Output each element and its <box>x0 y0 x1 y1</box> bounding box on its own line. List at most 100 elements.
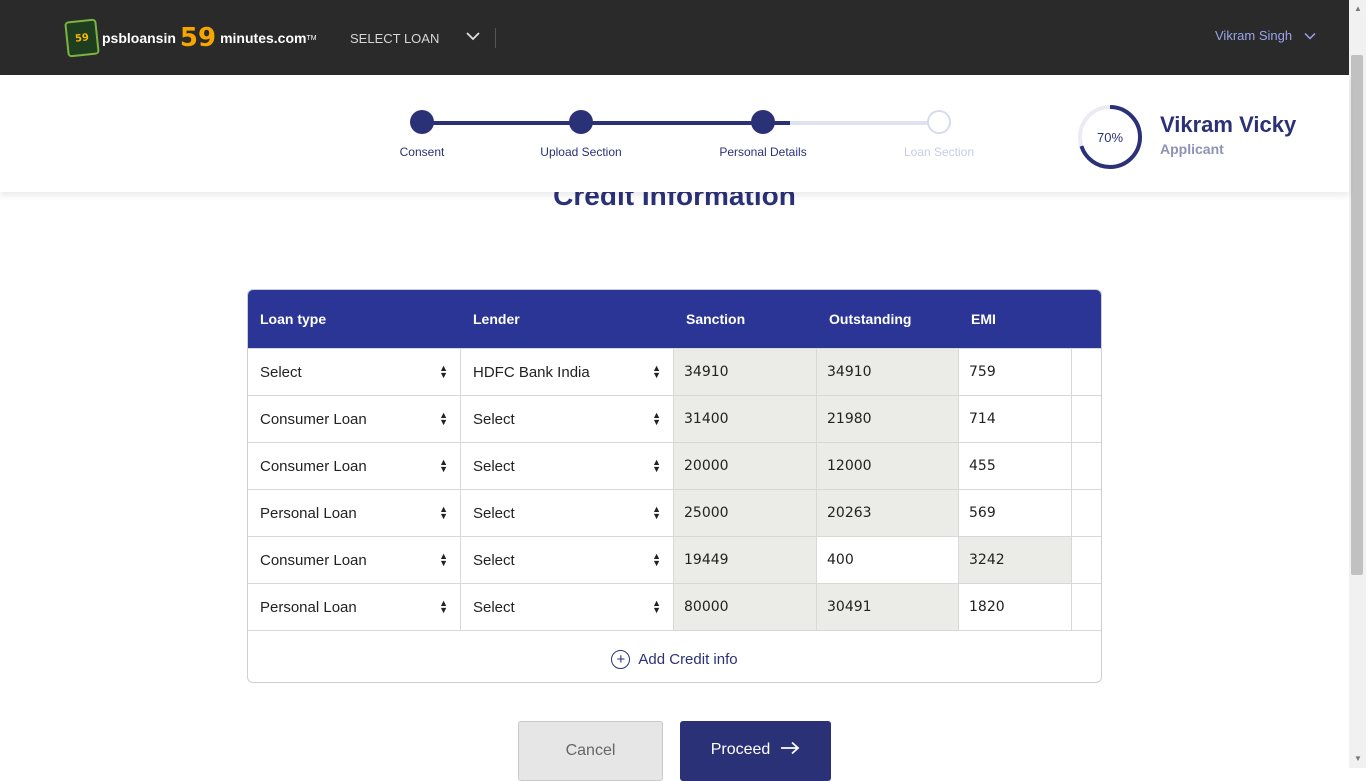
sanction-field: 19449 <box>674 537 817 583</box>
outstanding-field: 34910 <box>817 349 959 395</box>
loan-type-value: Consumer Loan <box>260 457 367 475</box>
lender-select[interactable]: Select ▲ ▼ <box>461 537 674 583</box>
logo-trademark: TM <box>306 34 317 42</box>
lender-select[interactable]: Select ▲ ▼ <box>461 443 674 489</box>
select-arrows-icon: ▲ ▼ <box>439 410 448 427</box>
table-row: Select ▲ ▼ HDFC Bank India ▲ ▼ 34910 34910 7… <box>248 348 1101 395</box>
logo-mark-text: 59 <box>74 31 90 45</box>
loan-type-value: Select <box>260 363 302 381</box>
top-navbar: 59 psbloansin 59 minutes.com TM SELECT L… <box>0 0 1349 75</box>
emi-field[interactable]: 714 <box>959 396 1072 442</box>
scroll-up-icon[interactable]: ▲ <box>1354 4 1362 13</box>
step-dot-consent[interactable] <box>410 110 434 134</box>
emi-field[interactable]: 759 <box>959 349 1072 395</box>
row-action-cell[interactable] <box>1072 490 1101 536</box>
sanction-field: 25000 <box>674 490 817 536</box>
loan-type-select[interactable]: Consumer Loan ▲ ▼ <box>248 443 461 489</box>
loan-type-select[interactable]: Personal Loan ▲ ▼ <box>248 490 461 536</box>
sanction-field: 80000 <box>674 584 817 630</box>
row-action-cell[interactable] <box>1072 396 1101 442</box>
loan-type-value: Personal Loan <box>260 598 357 616</box>
arrow-right-icon <box>781 741 800 755</box>
row-action-cell[interactable] <box>1072 584 1101 630</box>
table-row: Consumer Loan ▲ ▼ Select ▲ ▼ 20000 12000 455 <box>248 442 1101 489</box>
outstanding-field[interactable]: 400 <box>817 537 959 583</box>
select-loan-label: SELECT LOAN <box>350 30 440 46</box>
table-row: Personal Loan ▲ ▼ Select ▲ ▼ 25000 20263 569 <box>248 489 1101 536</box>
sanction-field: 20000 <box>674 443 817 489</box>
proceed-button[interactable]: Proceed <box>680 721 831 781</box>
outstanding-field: 21980 <box>817 396 959 442</box>
column-header-emi: EMI <box>971 311 996 327</box>
loan-type-value: Personal Loan <box>260 504 357 522</box>
row-action-cell[interactable] <box>1072 443 1101 489</box>
outstanding-field: 20263 <box>817 490 959 536</box>
step-label-loan-section[interactable]: Loan Section <box>869 145 1009 159</box>
row-action-cell[interactable] <box>1072 537 1101 583</box>
step-dot-loan-section[interactable] <box>927 110 951 134</box>
lender-value: Select <box>473 504 515 522</box>
column-header-actions <box>1072 290 1101 348</box>
select-loan-dropdown[interactable]: SELECT LOAN <box>350 28 496 48</box>
user-menu[interactable]: Vikram Singh <box>1215 28 1316 43</box>
completion-percent: 70% <box>1096 129 1124 145</box>
progress-header: Consent Upload Section Personal Details … <box>0 75 1349 192</box>
step-label-consent[interactable]: Consent <box>352 145 492 159</box>
select-arrows-icon: ▲ ▼ <box>439 598 448 615</box>
site-logo[interactable]: 59 psbloansin 59 minutes.com TM <box>64 18 317 58</box>
logo-text-minutes: minutes.com <box>220 30 307 46</box>
step-label-upload-section[interactable]: Upload Section <box>511 145 651 159</box>
applicant-name: Vikram Vicky <box>1160 112 1297 137</box>
scrollbar-thumb[interactable] <box>1351 55 1363 575</box>
add-credit-info-label: Add Credit info <box>638 651 738 668</box>
step-label-personal-details[interactable]: Personal Details <box>693 145 833 159</box>
loan-type-select[interactable]: Consumer Loan ▲ ▼ <box>248 537 461 583</box>
add-credit-row: + Add Credit info <box>248 630 1101 682</box>
applicant-role: Applicant <box>1160 141 1224 157</box>
chevron-down-icon <box>466 32 480 41</box>
lender-select[interactable]: Select ▲ ▼ <box>461 584 674 630</box>
lender-select[interactable]: HDFC Bank India ▲ ▼ <box>461 349 674 395</box>
scroll-down-icon[interactable]: ▼ <box>1354 754 1362 763</box>
emi-field[interactable]: 455 <box>959 443 1072 489</box>
cancel-button[interactable]: Cancel <box>518 721 663 781</box>
loan-type-select[interactable]: Consumer Loan ▲ ▼ <box>248 396 461 442</box>
add-credit-info-button[interactable]: + Add Credit info <box>611 650 738 669</box>
step-dot-personal-details[interactable] <box>751 110 775 134</box>
select-arrows-icon: ▲ ▼ <box>439 551 448 568</box>
step-dot-upload-section[interactable] <box>569 110 593 134</box>
chevron-down-icon <box>1304 32 1316 40</box>
select-arrows-icon: ▲ ▼ <box>439 504 448 521</box>
emi-field: 3242 <box>959 537 1072 583</box>
lender-value: Select <box>473 551 515 569</box>
cancel-button-label: Cancel <box>565 742 616 759</box>
emi-field[interactable]: 569 <box>959 490 1072 536</box>
select-arrows-icon: ▲ ▼ <box>652 410 661 427</box>
lender-select[interactable]: Select ▲ ▼ <box>461 490 674 536</box>
column-header-sanction: Sanction <box>686 311 746 327</box>
plus-circle-icon: + <box>611 650 631 669</box>
vertical-scrollbar[interactable]: ▲ ▼ <box>1349 0 1366 768</box>
loan-type-select[interactable]: Personal Loan ▲ ▼ <box>248 584 461 630</box>
user-name: Vikram Singh <box>1215 28 1293 43</box>
column-header-loan-type: Loan type <box>260 311 327 327</box>
table-row: Consumer Loan ▲ ▼ Select ▲ ▼ 19449 400 3242 <box>248 536 1101 583</box>
column-header-lender: Lender <box>473 311 520 327</box>
emi-field[interactable]: 1820 <box>959 584 1072 630</box>
lender-value: Select <box>473 457 515 475</box>
select-arrows-icon: ▲ ▼ <box>652 363 661 380</box>
lender-select[interactable]: Select ▲ ▼ <box>461 396 674 442</box>
outstanding-field: 30491 <box>817 584 959 630</box>
logo-text-psbloansin: psbloansin <box>102 30 176 46</box>
lender-value: HDFC Bank India <box>473 363 590 381</box>
column-header-outstanding: Outstanding <box>829 311 912 327</box>
select-arrows-icon: ▲ ▼ <box>652 457 661 474</box>
progress-track-remaining <box>790 121 938 125</box>
lender-value: Select <box>473 410 515 428</box>
logo-mark-icon: 59 <box>64 18 100 58</box>
row-action-cell[interactable] <box>1072 349 1101 395</box>
lender-value: Select <box>473 598 515 616</box>
loan-type-select[interactable]: Select ▲ ▼ <box>248 349 461 395</box>
outstanding-field: 12000 <box>817 443 959 489</box>
sanction-field: 31400 <box>674 396 817 442</box>
